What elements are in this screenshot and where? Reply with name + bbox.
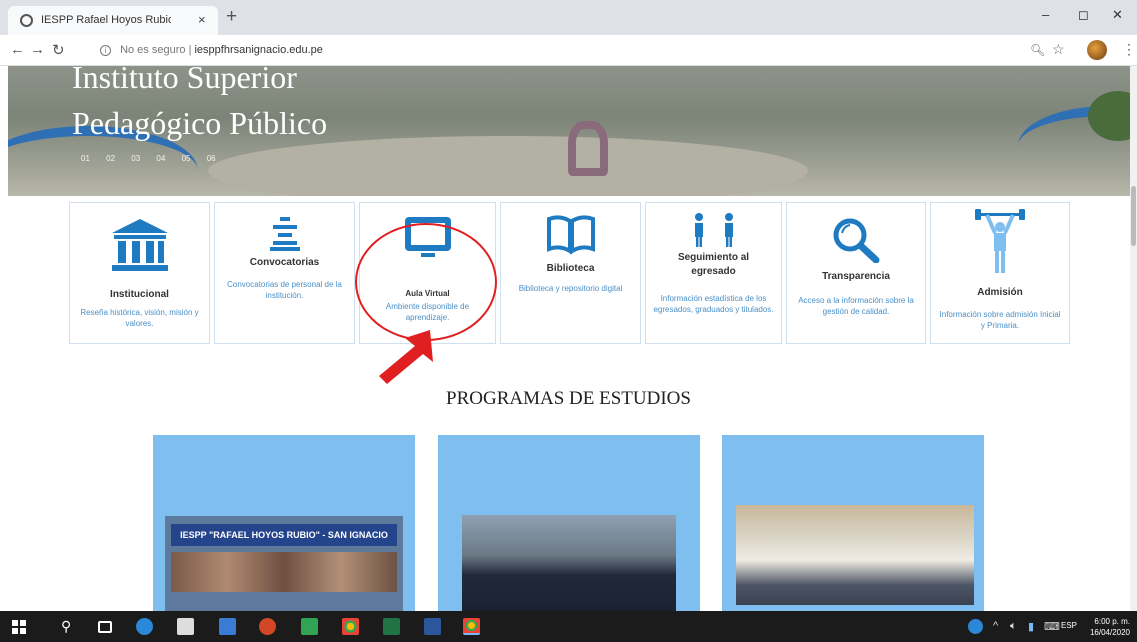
- program-photo-3: [736, 505, 974, 605]
- minimize-button[interactable]: –: [1042, 7, 1049, 22]
- network-globe-icon[interactable]: [968, 619, 983, 634]
- program-card-1[interactable]: IESPP "RAFAEL HOYOS RUBIO" - SAN IGNACIO: [153, 435, 415, 611]
- start-windows-icon[interactable]: [12, 620, 26, 634]
- powerpoint-icon[interactable]: [259, 618, 276, 635]
- program-photo-2: [462, 515, 676, 611]
- slider-pagination: 01 02 03 04 05 06: [81, 154, 216, 163]
- slide-dot-5[interactable]: 05: [182, 154, 191, 163]
- notification-message-icon[interactable]: ▮: [1028, 620, 1034, 633]
- hero-title: Instituto Superior Pedagógico Público: [72, 66, 327, 146]
- slide-dot-3[interactable]: 03: [131, 154, 140, 163]
- forward-arrow-icon[interactable]: →: [30, 41, 45, 58]
- clock[interactable]: 6:00 p. m. 16/04/2020: [1080, 616, 1130, 638]
- search-icon[interactable]: ⚲: [61, 618, 71, 635]
- feature-transparencia[interactable]: Transparencia Acceso a la información so…: [786, 202, 926, 344]
- hero-banner: Instituto Superior Pedagógico Público 01…: [8, 66, 1130, 196]
- building-icon: [111, 219, 168, 271]
- feature-title: Institucional: [110, 289, 169, 300]
- profile-avatar[interactable]: [1087, 40, 1107, 60]
- clock-time: 6:00 p. m.: [1094, 617, 1130, 626]
- hero-sculpture-shape: [568, 121, 608, 176]
- word-icon[interactable]: [424, 618, 441, 635]
- students-shape: [171, 552, 397, 592]
- hero-title-line2: Pedagógico Público: [72, 105, 328, 141]
- feature-title: Admisión: [977, 287, 1023, 298]
- chrome-icon[interactable]: [342, 618, 359, 635]
- screen: IESPP Rafael Hoyos Rubio × + – ◻ ✕ ← → ↻…: [0, 0, 1137, 642]
- language-indicator[interactable]: ESP: [1061, 621, 1077, 630]
- insecure-label: No es seguro: [120, 44, 186, 56]
- program-card-3[interactable]: [722, 435, 984, 611]
- kebab-menu-icon[interactable]: ⋮: [1122, 41, 1136, 58]
- store-icon[interactable]: [177, 618, 194, 635]
- feature-description: Convocatorias de personal de la instituc…: [227, 280, 342, 300]
- browser-tab[interactable]: IESPP Rafael Hoyos Rubio ×: [8, 6, 218, 35]
- new-tab-button[interactable]: +: [226, 6, 237, 28]
- feature-boxes: Institucional Reseña histórica, visión, …: [69, 202, 1070, 344]
- keyboard-icon[interactable]: ⌨: [1044, 620, 1060, 633]
- back-arrow-icon[interactable]: ←: [10, 41, 25, 58]
- feature-description: Información sobre admisión Inicial y Pri…: [939, 310, 1061, 330]
- tab-title: IESPP Rafael Hoyos Rubio: [41, 14, 171, 26]
- slide-dot-2[interactable]: 02: [106, 154, 115, 163]
- feature-admision[interactable]: Admisión Información sobre admisión Inic…: [930, 202, 1070, 344]
- feature-title: Transparencia: [822, 271, 890, 282]
- feature-institucional[interactable]: Institucional Reseña histórica, visión, …: [69, 202, 210, 344]
- feature-description: Biblioteca y repositorio digital: [518, 284, 623, 293]
- program-card-2[interactable]: [438, 435, 700, 611]
- feature-title: Biblioteca: [546, 263, 595, 274]
- info-icon[interactable]: i: [100, 44, 111, 56]
- feature-description: Acceso a la información sobre la gestión…: [798, 296, 914, 316]
- zoom-icon[interactable]: 🔍︎: [1030, 43, 1045, 57]
- reload-icon[interactable]: ↻: [52, 41, 65, 59]
- excel-icon[interactable]: [383, 618, 400, 635]
- magnifier-icon: [833, 218, 880, 263]
- vertical-scrollbar[interactable]: [1130, 66, 1137, 611]
- program-banner-text: IESPP "RAFAEL HOYOS RUBIO" - SAN IGNACIO: [171, 524, 397, 546]
- slide-dot-6[interactable]: 06: [207, 154, 216, 163]
- slide-dot-1[interactable]: 01: [81, 154, 90, 163]
- address-bar: ← → ↻ i No es seguro | iesppfhrsanignaci…: [0, 35, 1137, 66]
- book-icon: [546, 215, 595, 255]
- slide-dot-4[interactable]: 04: [156, 154, 165, 163]
- annotation-circle: [355, 223, 497, 341]
- page-viewport: Instituto Superior Pedagógico Público 01…: [0, 66, 1130, 611]
- volume-icon[interactable]: 🔈︎: [1010, 620, 1017, 633]
- tray-chevron-icon[interactable]: ^: [993, 620, 998, 632]
- favicon-icon: [20, 14, 33, 27]
- list-lines-icon: [269, 217, 300, 251]
- clock-date: 16/04/2020: [1089, 628, 1130, 637]
- bookmark-star-icon[interactable]: ☆: [1052, 41, 1065, 58]
- weightlifter-icon: [975, 209, 1025, 273]
- feature-convocatorias[interactable]: Convocatorias Convocatorias de personal …: [214, 202, 355, 344]
- url-text: iesppfhrsanignacio.edu.pe: [194, 44, 323, 56]
- feature-description: Información estadística de los egresados…: [653, 294, 774, 314]
- photos-icon[interactable]: [219, 618, 236, 635]
- tab-strip: IESPP Rafael Hoyos Rubio × + – ◻ ✕: [0, 0, 1137, 35]
- people-icon: [694, 213, 733, 247]
- url-input[interactable]: i No es seguro | iesppfhrsanignacio.edu.…: [100, 39, 900, 61]
- edge-icon[interactable]: [136, 618, 153, 635]
- annotation-arrow-icon: [379, 330, 433, 384]
- scroll-thumb[interactable]: [1131, 186, 1136, 246]
- tab-close-icon[interactable]: ×: [198, 12, 206, 27]
- feature-description: Reseña histórica, visión, misión y valor…: [80, 308, 199, 328]
- program-photo-1: IESPP "RAFAEL HOYOS RUBIO" - SAN IGNACIO: [165, 516, 403, 611]
- feature-biblioteca[interactable]: Biblioteca Biblioteca y repositorio digi…: [500, 202, 641, 344]
- chrome-active-icon[interactable]: [463, 618, 480, 635]
- project-icon[interactable]: [301, 618, 318, 635]
- programs-heading: PROGRAMAS DE ESTUDIOS: [446, 388, 691, 409]
- feature-seguimiento[interactable]: Seguimiento al egresado Información esta…: [645, 202, 782, 344]
- taskbar: ⚲ ^ 🔈︎ ▮ ⌨ ESP 6:00 p. m. 16/04/2020: [0, 611, 1137, 642]
- hero-title-line1: Instituto Superior: [72, 66, 297, 95]
- task-view-icon[interactable]: [98, 621, 112, 633]
- maximize-button[interactable]: ◻: [1078, 7, 1089, 23]
- feature-title: Seguimiento al egresado: [677, 252, 750, 277]
- feature-title: Convocatorias: [249, 257, 320, 268]
- close-window-button[interactable]: ✕: [1112, 7, 1123, 23]
